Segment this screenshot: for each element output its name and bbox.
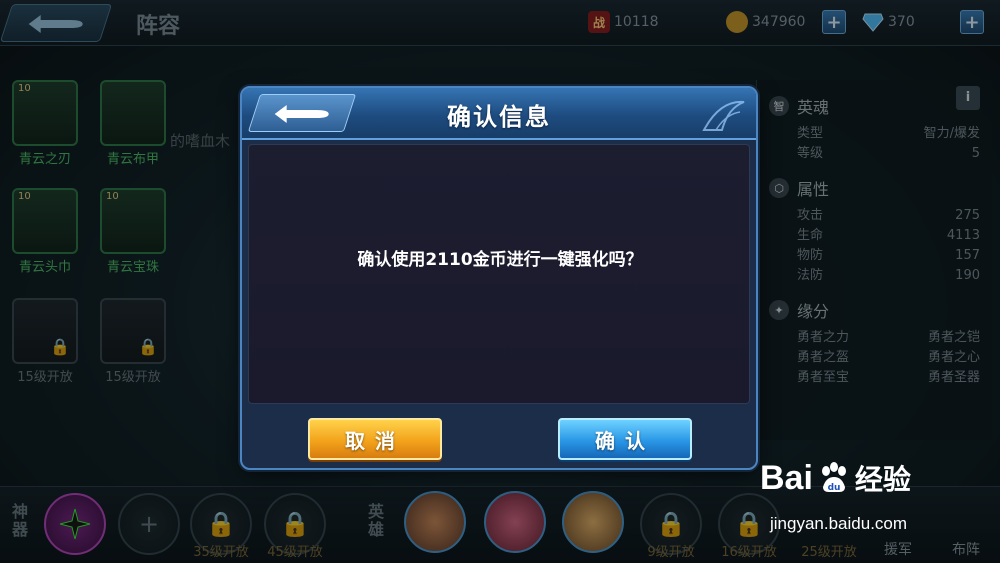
- watermark-brand-cn: 经验: [854, 463, 911, 496]
- baidu-jingyan-watermark: Bai du 经验 jingyan.baidu.com: [760, 458, 996, 548]
- confirm-dialog: 确认信息 确认使用2110金币进行一键强化吗？ 取消 确认: [240, 86, 758, 470]
- dialog-body: 确认使用2110金币进行一键强化吗？: [248, 144, 750, 404]
- cancel-button[interactable]: 取消: [308, 418, 442, 460]
- watermark-url: jingyan.baidu.com: [770, 514, 908, 533]
- svg-text:du: du: [827, 483, 840, 493]
- dialog-message: 确认使用2110金币进行一键强化吗？: [357, 250, 643, 270]
- watermark-brand: Bai: [760, 458, 813, 497]
- watermark-logo: Bai du 经验: [760, 458, 911, 498]
- paw-icon: du: [821, 462, 846, 493]
- confirm-button[interactable]: 确认: [558, 418, 692, 460]
- dialog-header: 确认信息: [242, 88, 756, 140]
- dialog-title: 确认信息: [447, 103, 551, 131]
- ornament-icon: [702, 100, 745, 131]
